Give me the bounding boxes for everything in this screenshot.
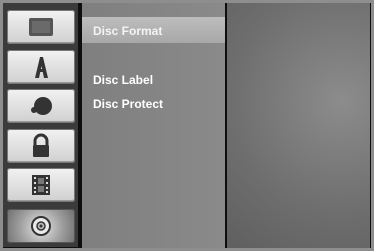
setup-menu-screen: Disc Format Disc Label Disc Protect (0, 0, 374, 251)
category-sidebar (3, 3, 78, 247)
audio-icon (31, 97, 52, 115)
sidebar-item-general[interactable] (7, 10, 75, 44)
sidebar-item-lock[interactable] (7, 129, 75, 163)
preview-panel (227, 3, 370, 248)
general-settings-icon (29, 18, 53, 36)
menu-item-disc-protect[interactable]: Disc Protect (93, 97, 163, 111)
menu-item-disc-label[interactable]: Disc Label (93, 73, 153, 87)
disc-icon (31, 216, 51, 236)
lock-icon (33, 133, 49, 157)
sidebar-item-recording[interactable] (7, 168, 75, 202)
sidebar-item-audio[interactable] (7, 89, 75, 123)
film-recording-icon (32, 175, 50, 195)
sidebar-item-language[interactable] (7, 50, 75, 84)
language-icon (35, 57, 48, 78)
sidebar-item-disc[interactable] (7, 209, 75, 243)
menu-item-disc-format[interactable]: Disc Format (93, 24, 162, 38)
